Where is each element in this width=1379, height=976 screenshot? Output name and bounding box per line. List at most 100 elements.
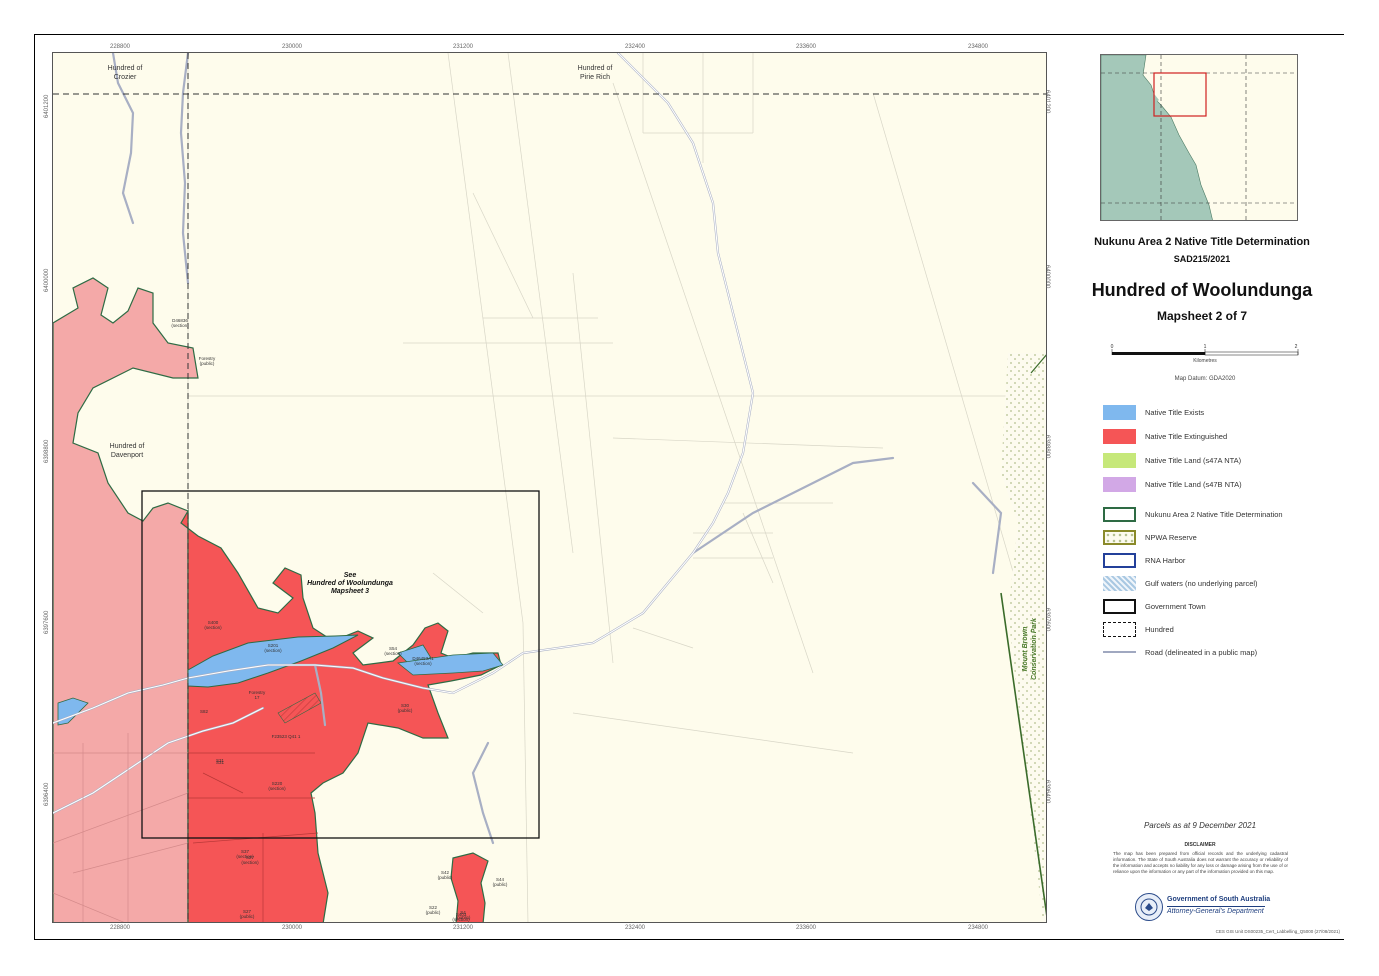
tick-bottom: 231200 [452,925,474,931]
parcel-label: S27 (public) [239,909,255,919]
legend-item: Native Title Exists [1103,404,1333,420]
parcel-label: Forestry (public) [198,356,216,366]
parcel-label: S37 (section) [236,849,254,859]
legend-label: Native Title Exists [1145,407,1205,417]
legend-swatch [1103,476,1136,492]
legend-swatch [1103,506,1136,522]
crest-icon [1135,893,1163,921]
map-title: Hundred of Woolundunga [1091,280,1313,300]
tick-top: 232400 [624,44,646,50]
legend-label: Road (delineated in a public map) [1145,647,1258,657]
legend-swatch [1103,575,1136,591]
legend-label: RNA Harbor [1145,555,1186,565]
tick-right: 6398800 [1044,435,1050,459]
tick-left: 6396400 [44,782,50,806]
tick-bottom: 228800 [109,925,131,931]
parcel-label: Forestry 17 [248,690,266,700]
hundred-pirie-label: Hundred of Pirie Rich [577,65,613,81]
tick-right: 6396400 [1044,780,1050,804]
legend-swatch [1103,621,1136,637]
hundred-crozier-label: Hundred of Crozier [107,65,143,81]
legend-label: Nukunu Area 2 Native Title Determination [1145,509,1283,519]
scale-tick: 0 [1111,344,1114,350]
legend-label: Native Title Extinguished [1145,431,1228,441]
department-name: Attorney-General's Department [1167,908,1264,915]
legend-item: Native Title Land (s47B NTA) [1103,476,1333,492]
tick-left: 6397600 [44,610,50,634]
parcel-label: S82 [199,709,208,714]
determination-code: SAD215/2021 [1173,254,1231,264]
tick-bottom: 234800 [967,925,989,931]
scale-tick: 1 [1204,344,1207,350]
tick-right: 6397600 [1044,608,1050,632]
legend-label: NPWA Reserve [1145,532,1197,542]
mount-brown-park-label: Mount Brown Conservation Park [1022,618,1038,680]
map-datum: Map Datum: GDA2020 [1174,376,1236,382]
legend-swatch [1103,452,1136,468]
legend-item: Hundred [1103,621,1333,637]
parcel-label: S54 (section) [384,646,402,656]
parcel-label: S42 (public) [437,870,453,880]
legend-swatch [1103,404,1136,420]
parcel-label: S403 (section) [452,912,470,922]
parcel-label: S201 (section) [264,643,282,653]
legend-label: Native Title Land (s47B NTA) [1145,479,1242,489]
tick-top: 234800 [967,44,989,50]
legend-item: Native Title Land (s47A NTA) [1103,452,1333,468]
disclaimer-heading: DISCLAIMER [1184,842,1216,848]
tick-top: 230000 [281,44,303,50]
legend-item: Gulf waters (no underlying parcel) [1103,575,1333,591]
parcel-label: S30 (public) [397,703,413,713]
legend-item: NPWA Reserve [1103,529,1333,545]
tick-top: 228800 [109,44,131,50]
government-logo: Government of South Australia Attorney-G… [1135,893,1295,923]
legend-label: Gulf waters (no underlying parcel) [1145,578,1258,588]
file-reference: CES GIS Unit DS00235_Cert_Labbelling_Q50… [1215,929,1340,934]
tick-left: 6401200 [44,94,50,118]
parcel-label: S220 (section) [268,781,286,791]
legend-item: Nukunu Area 2 Native Title Determination [1103,506,1333,522]
main-map[interactable] [52,52,1047,923]
parcel-label: F23523 Q41 1 [271,734,301,739]
legend-swatch [1103,598,1136,614]
hundred-davenport-label: Hundred of Davenport [109,443,145,459]
scale-units: Kilometres [1193,358,1217,364]
parcel-label: S22 (public) [425,905,441,915]
government-name: Government of South Australia [1167,896,1271,903]
tick-left: 6400000 [44,268,50,292]
see-mapsheet-3-label: See Hundred of Woolundunga Mapsheet 3 [307,572,393,595]
legend-label: Hundred [1145,624,1174,634]
legend-swatch [1103,529,1136,545]
tick-right: 6401200 [1044,90,1050,114]
mapsheet-number: Mapsheet 2 of 7 [1156,309,1248,323]
tick-left: 6398800 [44,439,50,463]
tick-bottom: 230000 [281,925,303,931]
disclaimer-body: The map has been prepared from official … [1113,851,1288,874]
legend-item: Government Town [1103,598,1333,614]
parcel-label: D46836 (section) [171,318,189,328]
logo-divider [1167,906,1265,907]
cadastre-lines [187,53,1046,922]
parcel-label: S44 (public) [492,877,508,887]
map-canvas [53,53,1046,922]
legend-swatch [1103,552,1136,568]
legend-swatch [1103,644,1136,660]
legend-label: Government Town [1145,601,1206,611]
determination-title: Nukunu Area 2 Native Title Determination [1094,236,1310,248]
tick-top: 233600 [795,44,817,50]
tick-top: 231200 [452,44,474,50]
parcel-label: S400 (section) [204,620,222,630]
tick-bottom: 233600 [795,925,817,931]
legend-item: Road (delineated in a public map) [1103,644,1333,660]
locality-inset-map[interactable] [1100,54,1298,221]
legend-swatch [1103,428,1136,444]
legend-item: RNA Harbor [1103,552,1333,568]
parcel-label: D46453A1 (section) [412,656,434,666]
tick-bottom: 232400 [624,925,646,931]
scale-tick: 2 [1295,344,1298,350]
parcel-label: S31 [215,758,224,763]
legend-item: Native Title Extinguished [1103,428,1333,444]
legend-label: Native Title Land (s47A NTA) [1145,455,1242,465]
davenport-extinguished-area [53,277,199,922]
parcels-date: Parcels as at 9 December 2021 [1143,821,1257,830]
